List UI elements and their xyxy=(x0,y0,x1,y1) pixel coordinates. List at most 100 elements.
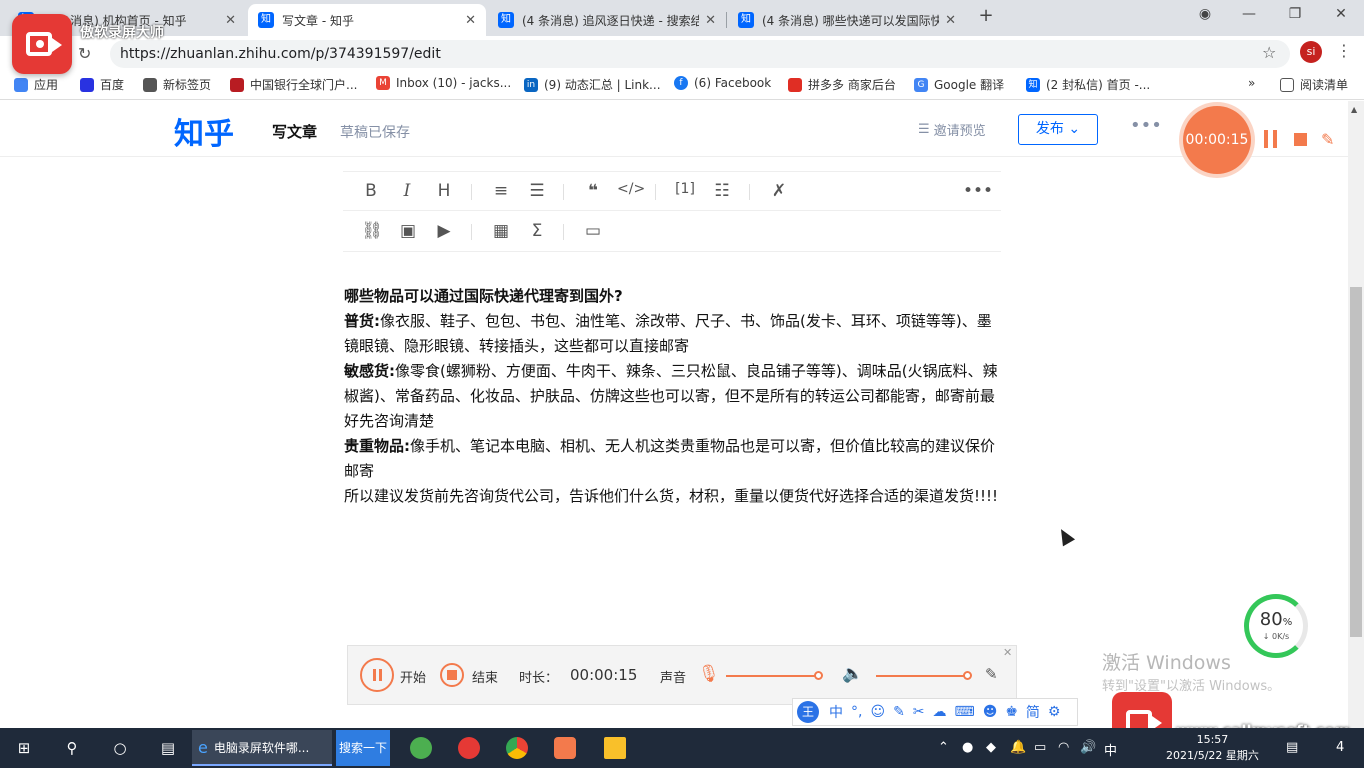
360-browser-icon[interactable] xyxy=(410,737,432,759)
quote-icon[interactable]: ❝ xyxy=(581,181,605,201)
microphone-icon[interactable]: 🎙 xyxy=(698,664,720,684)
link-icon[interactable]: ⛓ xyxy=(360,221,384,241)
bulleted-list-icon[interactable]: ☰ xyxy=(525,181,549,201)
reading-list-button[interactable]: 阅读清单 xyxy=(1280,76,1348,93)
publish-button[interactable]: 发布 ⌄ xyxy=(1018,114,1098,145)
handwriting-icon[interactable]: ✎ xyxy=(893,704,905,720)
window-close-button[interactable]: ✕ xyxy=(1326,6,1356,22)
scroll-up-icon[interactable]: ▲ xyxy=(1351,105,1357,114)
tray-shield-icon[interactable]: ◆ xyxy=(986,740,996,755)
new-tab-button[interactable]: + xyxy=(976,6,996,26)
search-once-button[interactable]: 搜索一下 xyxy=(336,730,390,766)
close-icon[interactable]: ✕ xyxy=(225,13,236,28)
toolbar-more-button[interactable]: ••• xyxy=(963,181,993,201)
stop-icon[interactable] xyxy=(1294,133,1307,146)
speaker-icon[interactable]: 🔈 xyxy=(842,664,863,684)
pause-icon[interactable] xyxy=(360,658,394,692)
address-bar[interactable]: https://zhuanlan.zhihu.com/p/374391597/e… xyxy=(110,40,1290,68)
volume-icon[interactable]: 🔊 xyxy=(1080,740,1096,755)
search-icon[interactable]: ⚲ xyxy=(48,728,96,768)
punctuation-icon[interactable]: °, xyxy=(851,704,862,720)
skin-icon[interactable]: ♚ xyxy=(1005,704,1018,720)
tab-write-article[interactable]: 知 写文章 - 知乎 ✕ xyxy=(248,4,486,36)
reload-icon[interactable]: ↻ xyxy=(78,44,91,63)
user-icon[interactable]: ☻ xyxy=(983,704,998,720)
bookmark-linkedin[interactable]: in (9) 动态汇总 | Link... xyxy=(524,76,661,93)
speaker-volume-knob[interactable] xyxy=(963,671,972,680)
heading-button[interactable]: H xyxy=(432,181,456,201)
bookmark-facebook[interactable]: f (6) Facebook xyxy=(674,76,771,90)
page-scrollbar[interactable]: ▲ xyxy=(1348,101,1364,728)
zhihu-logo[interactable]: 知乎 xyxy=(174,109,234,153)
notification-count[interactable]: 4 xyxy=(1336,740,1344,755)
start-label[interactable]: 开始 xyxy=(400,667,426,686)
bookmark-new-tab[interactable]: 新标签页 xyxy=(143,76,211,93)
simplified-chinese-icon[interactable]: 简 xyxy=(1026,702,1040,722)
bookmark-zhihu-home[interactable]: 知 (2 封私信) 首页 -... xyxy=(1026,76,1150,93)
video-icon[interactable]: ▶ xyxy=(432,221,456,241)
speaker-volume-track[interactable] xyxy=(876,675,968,677)
close-icon[interactable]: ✕ xyxy=(465,13,476,28)
system-clock[interactable]: 15:57 2021/5/22 星期六 xyxy=(1166,732,1259,764)
cloud-icon[interactable]: ☁ xyxy=(933,704,947,720)
invite-preview-button[interactable]: ☰ 邀请预览 xyxy=(918,120,986,139)
mic-volume-knob[interactable] xyxy=(814,671,823,680)
restore-button[interactable]: ❐ xyxy=(1280,6,1310,22)
file-explorer-icon[interactable] xyxy=(604,737,626,759)
code-icon[interactable]: </> xyxy=(617,181,645,197)
stop-icon[interactable] xyxy=(440,663,464,687)
ime-language-indicator[interactable]: 中 xyxy=(1104,740,1117,759)
bookmark-apps[interactable]: 应用 xyxy=(14,76,58,93)
tray-mic-icon[interactable]: ● xyxy=(962,740,973,755)
bookmark-baidu[interactable]: 百度 xyxy=(80,76,124,93)
battery-icon[interactable]: ▭ xyxy=(1034,740,1046,755)
article-body[interactable]: 哪些物品可以通过国际快递代理寄到国外? 普货:像衣服、鞋子、包包、书包、油性笔、… xyxy=(344,284,1004,509)
bookmarks-overflow-button[interactable]: » xyxy=(1248,76,1255,90)
network-speed-gauge[interactable]: 80% ↓ 0K/s xyxy=(1244,594,1308,658)
windows-start-icon[interactable]: ⊞ xyxy=(0,728,48,768)
ordered-list-icon[interactable]: ≡ xyxy=(489,181,513,201)
recording-timer[interactable]: 00:00:15 xyxy=(1183,106,1251,174)
pause-icon[interactable] xyxy=(1264,130,1278,148)
divider-line-icon[interactable]: ☷ xyxy=(710,181,734,201)
browser-menu-icon[interactable]: ⋮ xyxy=(1336,41,1352,60)
keyboard-icon[interactable]: ⌨ xyxy=(955,704,975,720)
bookmark-boc[interactable]: 中国银行全球门户... xyxy=(230,76,357,93)
pen-icon[interactable]: ✎ xyxy=(985,665,998,683)
table-icon[interactable]: ▦ xyxy=(489,221,513,241)
wifi-icon[interactable]: ◠ xyxy=(1058,740,1069,755)
cortana-icon[interactable]: ○ xyxy=(96,728,144,768)
scrollbar-thumb[interactable] xyxy=(1350,287,1362,637)
close-icon[interactable]: ✕ xyxy=(705,13,716,28)
settings-gear-icon[interactable]: ⚙ xyxy=(1048,704,1061,720)
tab-search-results[interactable]: 知 (4 条消息) 追风逐日快递 - 搜索结 ✕ xyxy=(488,4,726,36)
close-icon[interactable]: ✕ xyxy=(1003,646,1012,659)
mic-volume-track[interactable] xyxy=(726,675,818,677)
recorder-app-icon[interactable] xyxy=(554,737,576,759)
weibo-icon[interactable] xyxy=(458,737,480,759)
italic-button[interactable]: I xyxy=(395,181,419,201)
end-label[interactable]: 结束 xyxy=(472,667,498,686)
formula-icon[interactable]: Σ xyxy=(525,221,549,241)
chrome-icon[interactable] xyxy=(506,737,528,759)
tray-expand-icon[interactable]: ⌃ xyxy=(938,740,949,755)
image-icon[interactable]: ▣ xyxy=(396,221,420,241)
task-view-icon[interactable]: ▤ xyxy=(144,728,192,768)
tab-search-icon[interactable]: ◉ xyxy=(1190,6,1220,22)
scissors-icon[interactable]: ✂ xyxy=(913,704,925,720)
reference-icon[interactable]: [1] xyxy=(673,181,697,197)
ime-lang-toggle[interactable]: 中 xyxy=(829,702,843,722)
bookmark-gmail[interactable]: M Inbox (10) - jacks... xyxy=(376,76,511,90)
bookmark-pinduoduo[interactable]: 拼多多 商家后台 xyxy=(788,76,896,93)
bookmark-star-icon[interactable]: ☆ xyxy=(1262,43,1276,62)
tray-bell-icon[interactable]: 🔔 xyxy=(1010,740,1026,755)
bookmark-google-translate[interactable]: G Google 翻译 xyxy=(914,76,1004,93)
pen-icon[interactable]: ✎ xyxy=(1321,130,1334,149)
minimize-button[interactable]: — xyxy=(1234,6,1264,22)
clear-format-icon[interactable]: ✗ xyxy=(767,181,791,201)
folder-icon[interactable]: ▭ xyxy=(581,221,605,241)
taskbar-ie-window[interactable]: e 电脑录屏软件哪... xyxy=(192,730,332,766)
close-icon[interactable]: ✕ xyxy=(945,13,956,28)
profile-avatar[interactable]: si xyxy=(1300,41,1322,63)
bold-button[interactable]: B xyxy=(359,181,383,201)
